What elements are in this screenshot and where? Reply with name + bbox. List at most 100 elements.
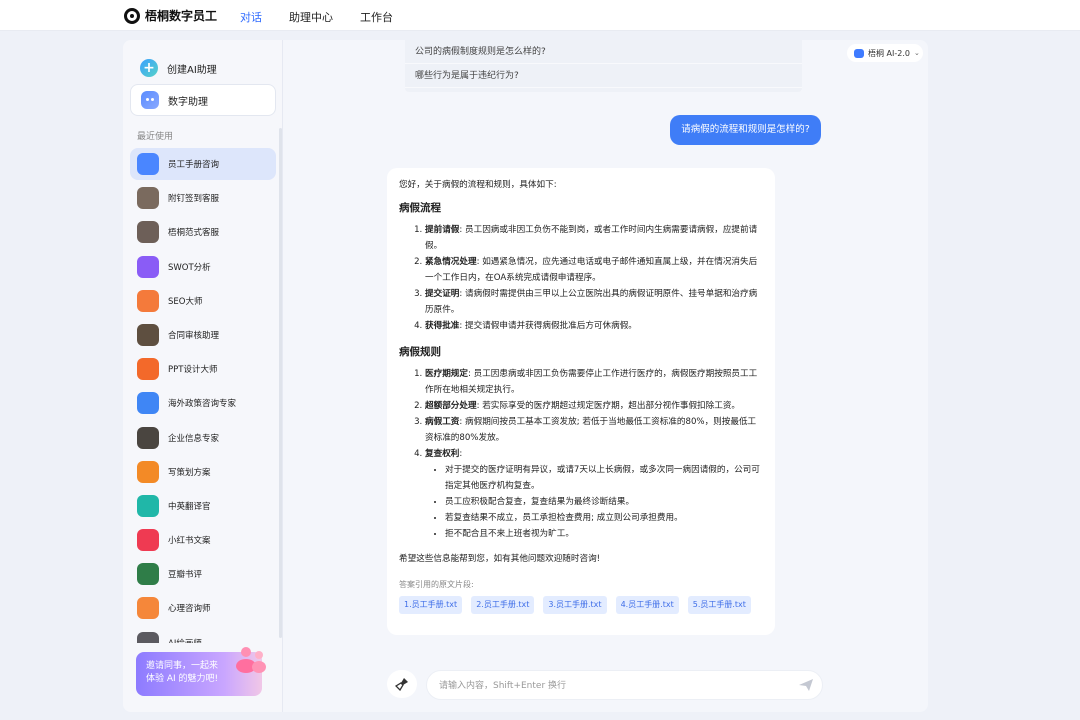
sidebar-item-label: 附钉签到客服 xyxy=(168,194,220,205)
citation-label: 答案引用的原文片段: xyxy=(399,580,474,589)
answer-list-item: 紧急情况处理: 如遇紧急情况，应先通过电话或电子邮件通知直属上级，并在情况消失后… xyxy=(425,254,763,286)
brand-logo[interactable]: 梧桐数字员工 xyxy=(124,7,217,24)
suggested-questions: 公司的病假制度规则是怎么样的? 哪些行为是属于违纪行为? xyxy=(405,40,802,92)
answer-list-item: 获得批准: 提交请假申请并获得病假批准后方可休病假。 xyxy=(425,318,763,334)
digital-assistant-label: 数字助理 xyxy=(168,96,208,108)
answer-item-text: : 提交请假申请并获得病假批准后方可休病假。 xyxy=(459,321,637,331)
review-point: 对于提交的医疗证明有异议，或请7天以上长病假，或多次同一病因请假的，公司可指定其… xyxy=(445,462,763,494)
review-point: 若复查结果不成立，员工承担检查费用; 成立则公司承担费用。 xyxy=(445,510,763,526)
sidebar-item[interactable]: 中英翻译官 xyxy=(130,490,276,522)
answer-item-text: : xyxy=(459,449,463,459)
sidebar-item[interactable]: 写策划方案 xyxy=(130,456,276,488)
citation-list: 1.员工手册.txt 2.员工手册.txt 3.员工手册.txt 4.员工手册.txt… xyxy=(399,596,763,614)
process-list: 提前请假: 员工因病或非因工负伤不能到岗，或者工作时间内生病需要请病假，应提前请… xyxy=(399,222,763,334)
top-bar: 梧桐数字员工 对话 助理中心 工作台 xyxy=(0,0,1080,31)
answer-list-item: 医疗期规定: 员工因患病或非因工负伤需要停止工作进行医疗的，病假医疗期按照员工工… xyxy=(425,366,763,398)
answer-item-title: 超额部分处理 xyxy=(425,401,477,411)
sidebar-item-label: 企业信息专家 xyxy=(168,433,220,444)
sidebar-item[interactable]: 企业信息专家 xyxy=(130,422,276,454)
section-heading: 病假流程 xyxy=(399,202,441,214)
sidebar-item[interactable]: 附钉签到客服 xyxy=(130,182,276,214)
model-bot-icon xyxy=(854,48,864,58)
person-avatar xyxy=(137,323,159,346)
sidebar-item[interactable]: PPT设计大师 xyxy=(130,353,276,385)
person-avatar xyxy=(137,631,159,643)
sidebar-item-label: 合同审核助理 xyxy=(168,330,220,341)
sidebar-item[interactable]: 合同审核助理 xyxy=(130,319,276,351)
sidebar-item-label: SEO大师 xyxy=(168,296,203,307)
answer-list-item: 提交证明: 请病假时需提供由三甲以上公立医院出具的病假证明原件、挂号单据和治疗病… xyxy=(425,286,763,318)
sidebar-item[interactable]: SWOT分析 xyxy=(130,251,276,283)
section-heading: 病假规则 xyxy=(399,346,441,358)
message-input[interactable] xyxy=(439,677,779,695)
atom-icon xyxy=(137,460,159,483)
recent-section-label: 最近使用 xyxy=(137,132,174,142)
review-point: 拒不配合且不来上班者视为旷工。 xyxy=(445,526,763,542)
answer-item-title: 提前请假 xyxy=(425,225,460,235)
nav-assistant-center[interactable]: 助理中心 xyxy=(289,9,333,25)
message-input-box xyxy=(426,670,823,700)
sidebar-item-label: 小红书文案 xyxy=(168,536,211,547)
main-nav: 对话 助理中心 工作台 xyxy=(240,9,393,25)
sidebar-item-label: 员工手册咨询 xyxy=(168,160,220,170)
citation-chip[interactable]: 1.员工手册.txt xyxy=(399,596,463,614)
answer-item-text: : 员工因患病或非因工负伤需要停止工作进行医疗的，病假医疗期按照员工工作所在地相… xyxy=(425,369,758,395)
nav-chat[interactable]: 对话 xyxy=(240,9,262,25)
citation-chip[interactable]: 5.员工手册.txt xyxy=(687,596,751,614)
assistant-answer-card: 您好，关于病假的流程和规则，具体如下: 病假流程 提前请假: 员工因病或非因工负… xyxy=(387,168,775,635)
invite-banner[interactable]: 邀请同事，一起来 体验 AI 的魅力吧! xyxy=(136,647,266,696)
answer-item-title: 提交证明 xyxy=(425,289,460,299)
sidebar-item[interactable]: 员工手册咨询 xyxy=(130,148,276,180)
model-label: 梧桐 AI-2.0 xyxy=(868,48,910,58)
digital-assistant-button[interactable]: 数字助理 xyxy=(130,84,276,116)
create-assistant-button[interactable]: + 创建AI助理 xyxy=(130,52,276,84)
citation-chip[interactable]: 3.员工手册.txt xyxy=(543,596,607,614)
person-avatar xyxy=(137,426,159,449)
people-illustration-icon xyxy=(236,647,266,673)
assistant-list: 员工手册咨询 附钉签到客服 梧桐范式客服 SWOT分析 SEO大师合同审核助理 PPT设计… xyxy=(130,148,276,643)
create-assistant-label: 创建AI助理 xyxy=(167,64,217,76)
broom-icon xyxy=(395,678,408,691)
sidebar-item-label: 梧桐范式客服 xyxy=(168,228,220,239)
chevron-down-icon: ⌄ xyxy=(913,49,920,57)
sidebar-item-label: 海外政策咨询专家 xyxy=(168,399,237,410)
heartbeat-icon xyxy=(137,597,159,620)
redbook-icon xyxy=(137,529,159,552)
person-avatar xyxy=(137,187,159,210)
sidebar-item-label: 豆瓣书评 xyxy=(168,570,203,581)
sidebar-item-label: AI绘画师 xyxy=(168,637,202,643)
citation-chip[interactable]: 4.员工手册.txt xyxy=(615,596,679,614)
user-message-bubble: 请病假的流程和规则是怎样的? xyxy=(670,115,821,145)
translate-icon xyxy=(137,494,159,517)
sidebar-item[interactable]: 梧桐范式客服 xyxy=(130,216,276,248)
citation-chip[interactable]: 2.员工手册.txt xyxy=(471,596,535,614)
swot-icon xyxy=(137,255,159,278)
answer-item-title: 医疗期规定 xyxy=(425,369,468,379)
send-icon[interactable] xyxy=(798,677,814,693)
douban-icon xyxy=(137,563,159,586)
sidebar-item-label: 写策划方案 xyxy=(168,467,211,478)
sidebar-scrollbar[interactable] xyxy=(279,128,282,638)
suggested-question[interactable]: 公司的病假制度规则是怎么样的? xyxy=(405,40,802,64)
answer-list-item: 超额部分处理: 若实际享受的医疗期超过规定医疗期，超出部分视作事假扣除工资。 xyxy=(425,398,763,414)
nav-workbench[interactable]: 工作台 xyxy=(360,9,393,25)
brand-name: 梧桐数字员工 xyxy=(145,9,218,23)
answer-item-text: : 请病假时需提供由三甲以上公立医院出具的病假证明原件、挂号单据和治疗病历原件。 xyxy=(425,289,758,315)
answer-list-item: 病假工资: 病假期间按员工基本工资发放; 若低于当地最低工资标准的80%，则按最… xyxy=(425,414,763,446)
answer-closing: 希望这些信息能帮到您，如有其他问题欢迎随时咨询! xyxy=(399,554,601,564)
sidebar-item[interactable]: 小红书文案 xyxy=(130,524,276,556)
sidebar-item[interactable]: 心理咨询师 xyxy=(130,592,276,624)
invite-banner-line2: 体验 AI 的魅力吧! xyxy=(146,674,219,684)
suggested-question[interactable]: 哪些行为是属于违纪行为? xyxy=(405,64,802,88)
answer-list-item: 提前请假: 员工因病或非因工负伤不能到岗，或者工作时间内生病需要请病假，应提前请… xyxy=(425,222,763,254)
sidebar-item[interactable]: AI绘画师 xyxy=(130,627,276,643)
answer-item-title: 复查权利 xyxy=(425,449,460,459)
model-selector[interactable]: 梧桐 AI-2.0 ⌄ xyxy=(847,44,923,62)
sidebar-item[interactable]: 海外政策咨询专家 xyxy=(130,387,276,419)
sidebar-item[interactable]: SEO大师 xyxy=(130,285,276,317)
review-point: 员工应积极配合复查，复查结果为最终诊断结果。 xyxy=(445,494,763,510)
plus-icon: + xyxy=(140,59,158,77)
rules-list: 医疗期规定: 员工因患病或非因工负伤需要停止工作进行医疗的，病假医疗期按照员工工… xyxy=(399,366,763,542)
sidebar-item[interactable]: 豆瓣书评 xyxy=(130,558,276,590)
clear-context-button[interactable] xyxy=(387,670,417,698)
